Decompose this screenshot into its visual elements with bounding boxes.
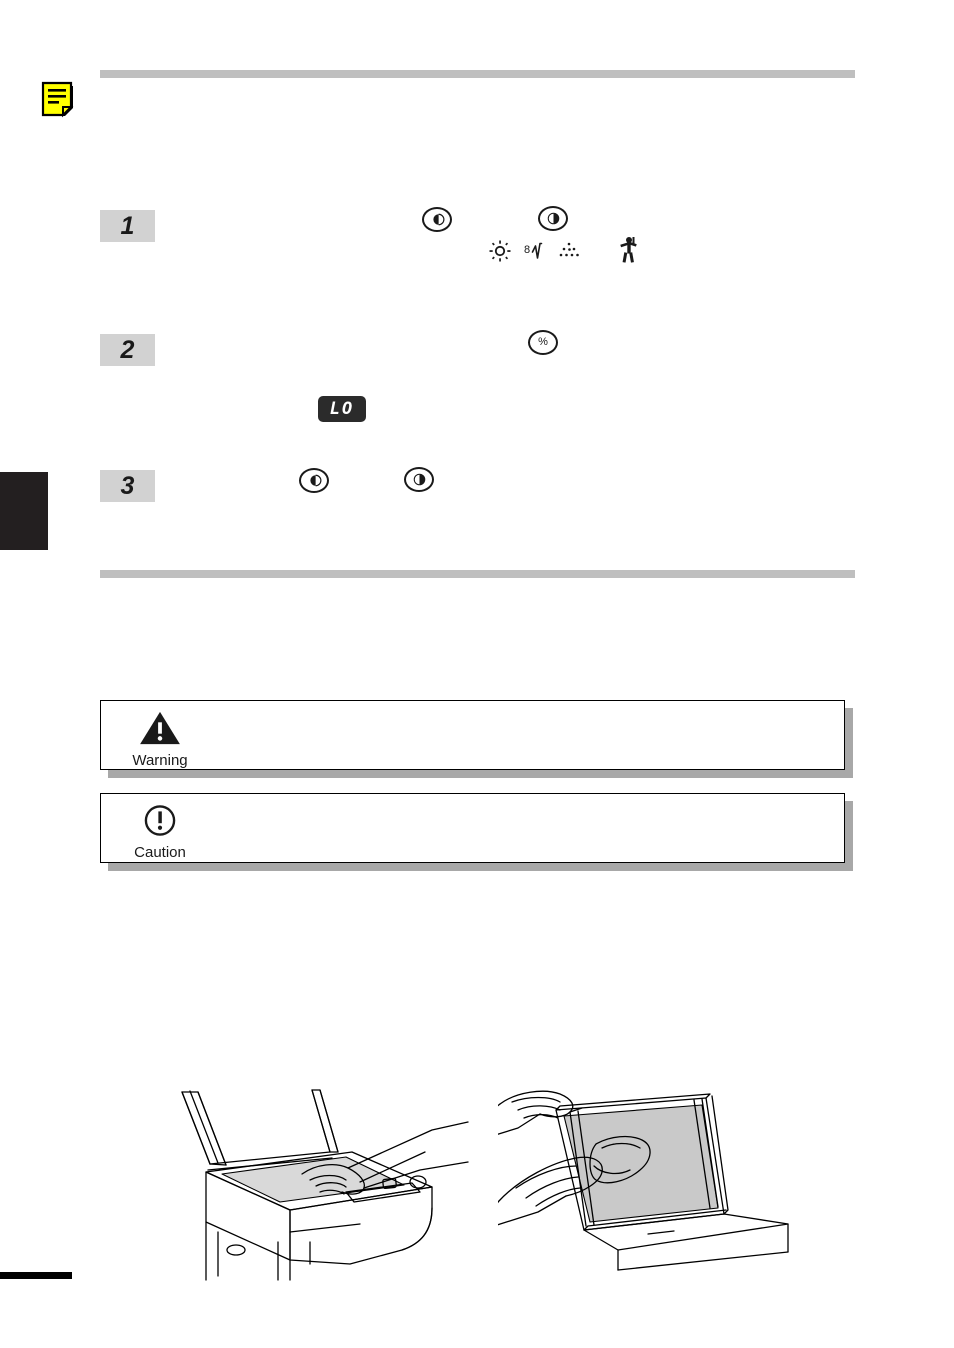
- manual-page: 1 8 2 % LO 3 Warning Caution: [0, 0, 954, 1348]
- step-number-badge-1: 1: [100, 210, 155, 242]
- warning-box: Warning: [100, 700, 853, 778]
- section-divider-rule: [100, 570, 855, 578]
- document-cover-underside-cleaning-illustration: [487, 1082, 798, 1272]
- warning-box-frame: Warning: [100, 700, 845, 770]
- lighter-glyph-icon: [309, 474, 321, 487]
- toner-auto-icon: 8: [524, 238, 550, 264]
- darker-glyph-icon: [547, 212, 559, 225]
- brightness-sun-icon: [489, 240, 511, 262]
- exposure-lighter-key[interactable]: [422, 207, 452, 232]
- step-number-badge-3: 3: [100, 470, 155, 502]
- percent-glyph-icon: %: [538, 336, 548, 348]
- zoom-percent-key[interactable]: %: [528, 330, 558, 355]
- photo-dots-icon: [558, 241, 582, 261]
- exposure-lighter-key[interactable]: [299, 468, 329, 493]
- top-divider-rule: [100, 70, 855, 78]
- exposure-darker-key[interactable]: [404, 467, 434, 492]
- caution-box-frame: Caution: [100, 793, 845, 863]
- caution-mark: Caution: [129, 803, 191, 861]
- lighter-glyph-icon: [432, 213, 444, 226]
- step-number-badge-2: 2: [100, 334, 155, 366]
- copier-platen-glass-cleaning-illustration: [170, 1082, 470, 1282]
- person-manual-icon: [618, 236, 640, 264]
- caution-circle-icon: [144, 805, 176, 836]
- exposure-darker-key[interactable]: [538, 206, 568, 231]
- svg-text:8: 8: [524, 244, 530, 256]
- note-document-icon: [40, 78, 80, 122]
- warning-label: Warning: [132, 752, 188, 769]
- page-footer-bar: [0, 1272, 72, 1279]
- lcd-readout: LO: [318, 396, 366, 422]
- warning-mark: Warning: [129, 710, 191, 769]
- darker-glyph-icon: [413, 473, 425, 486]
- caution-box: Caution: [100, 793, 853, 871]
- warning-triangle-icon: [140, 711, 180, 745]
- lcd-value: LO: [329, 398, 355, 419]
- caution-label: Caution: [134, 844, 186, 861]
- chapter-edge-tab: [0, 472, 48, 550]
